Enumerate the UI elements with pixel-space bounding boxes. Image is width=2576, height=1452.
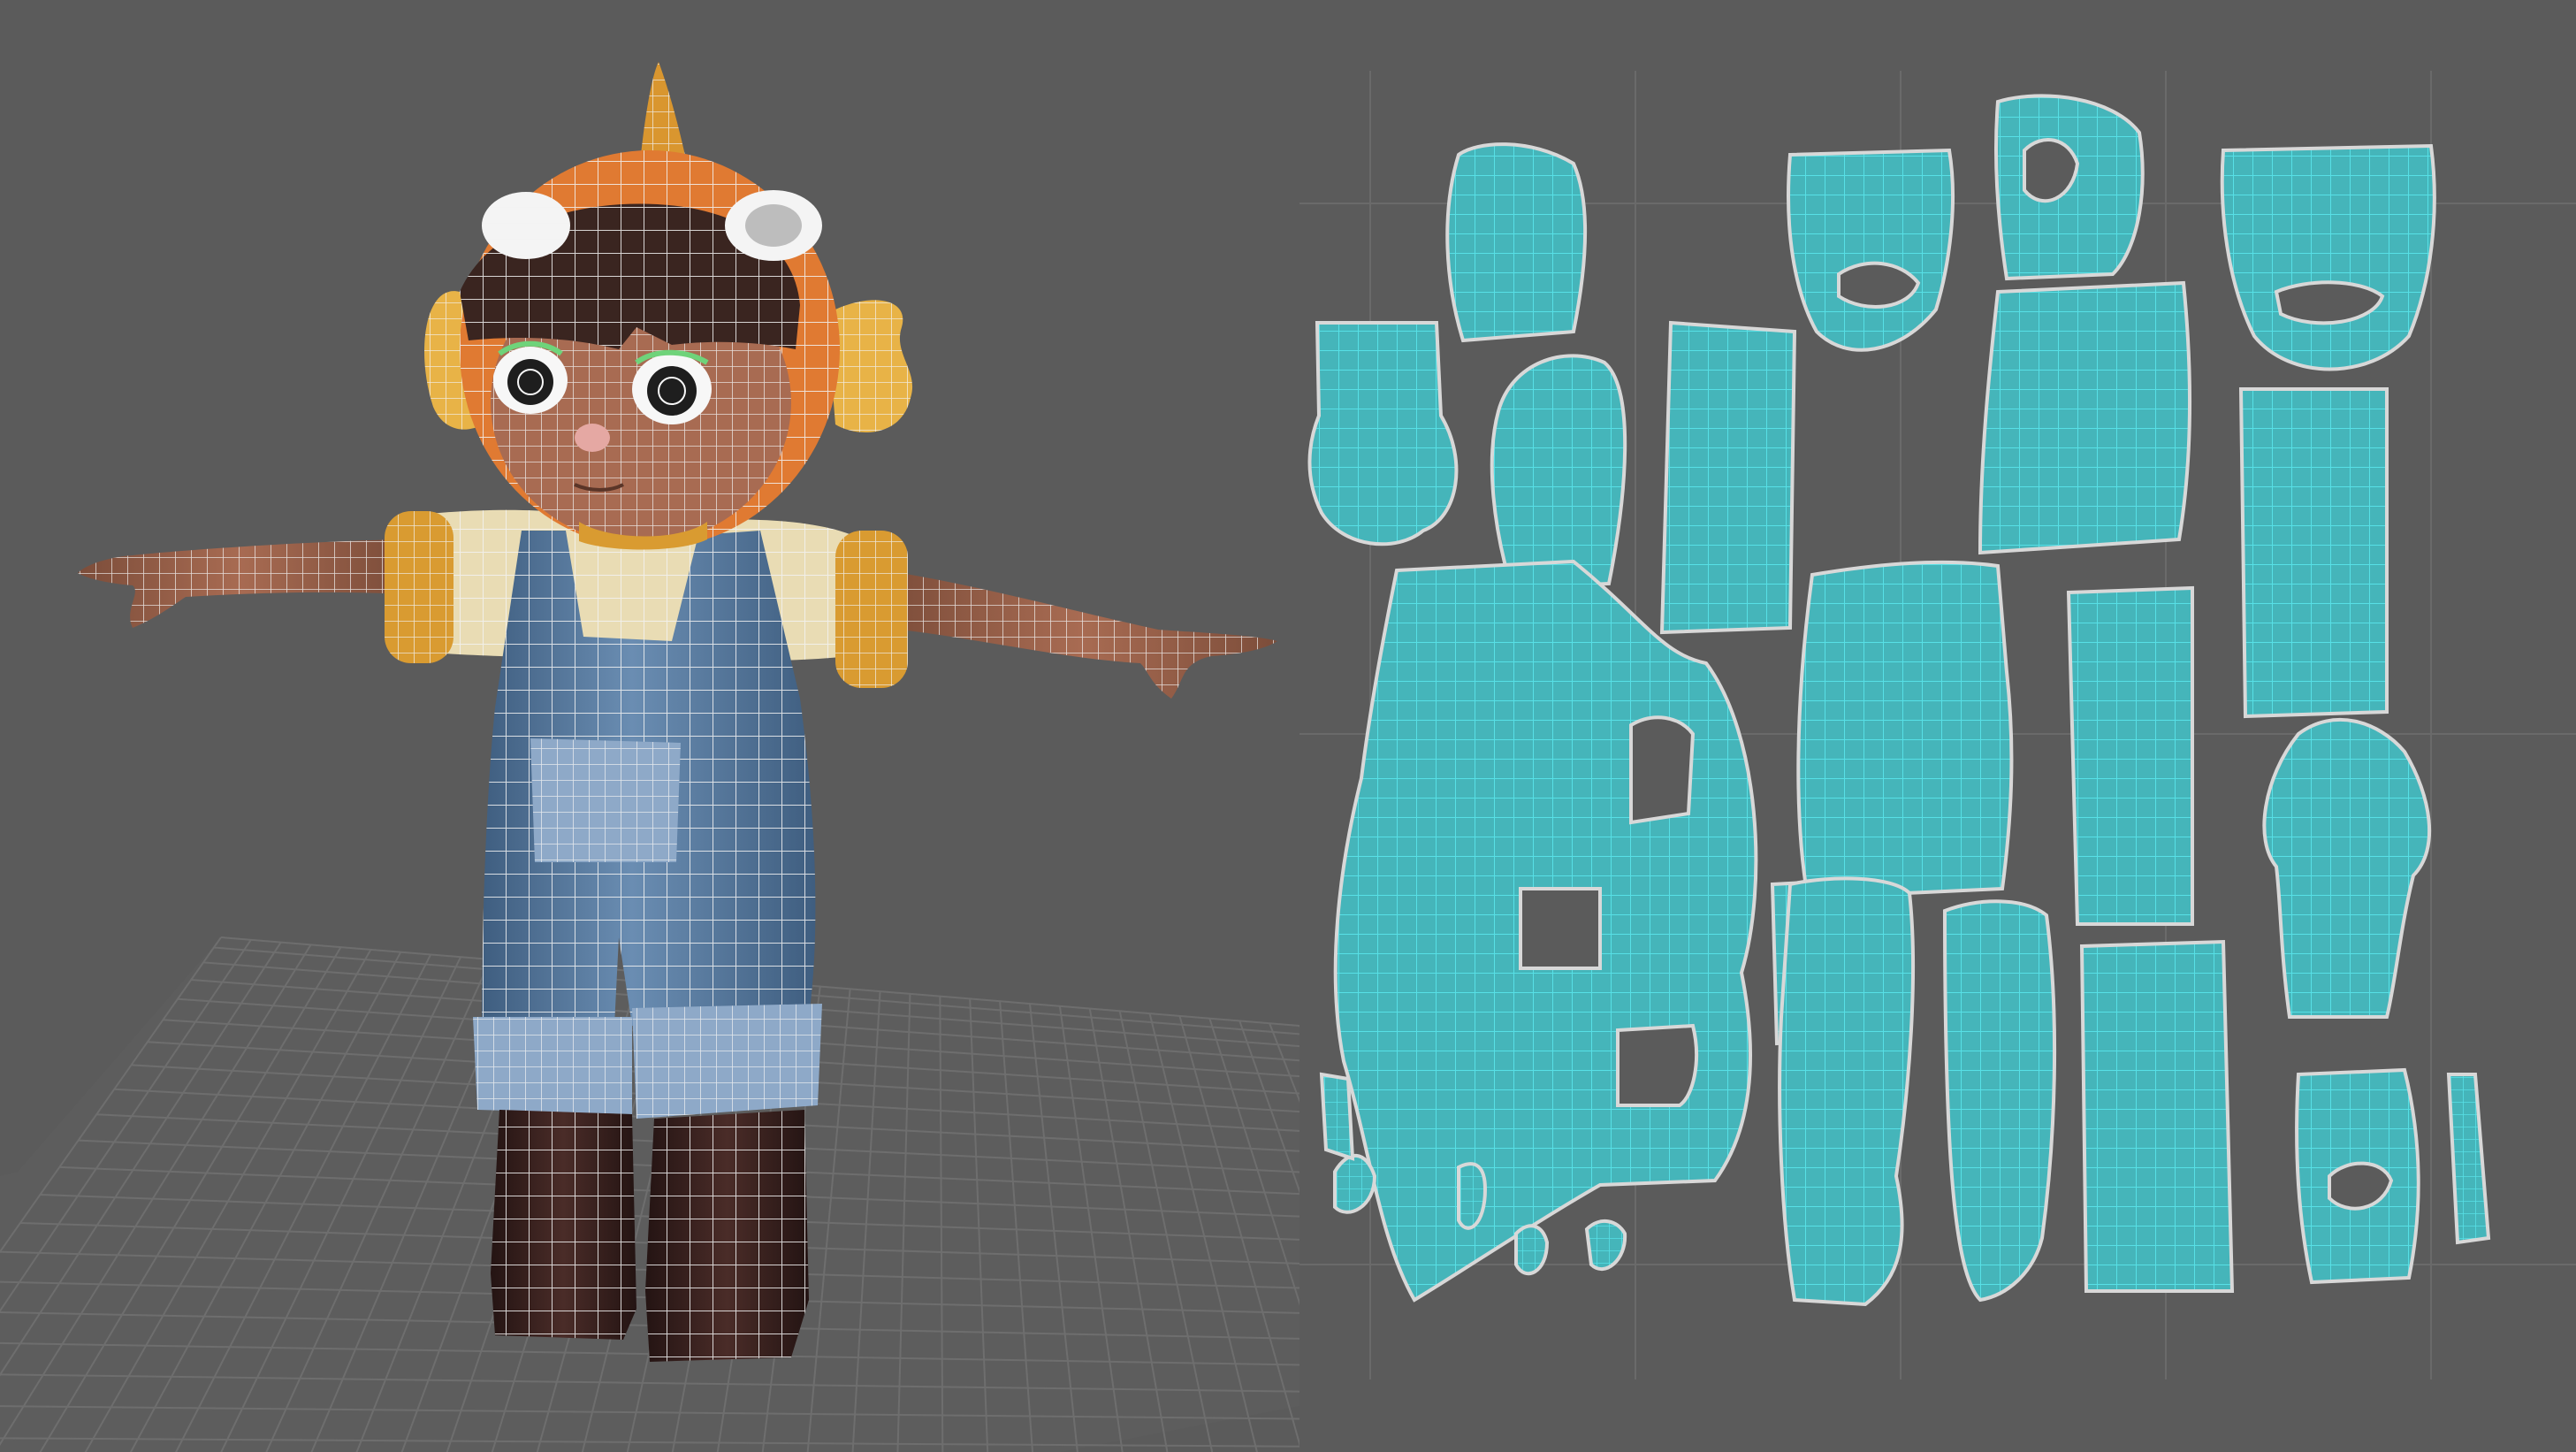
uv-shell-fin-small-1[interactable]: [1333, 1153, 1377, 1214]
nose: [575, 424, 610, 452]
uv-shell-fin-small-3[interactable]: [1514, 1224, 1550, 1276]
uv-shell-helmet-right[interactable]: [2220, 143, 2436, 371]
head: [424, 62, 913, 550]
uv-shell-hand-right[interactable]: [2262, 717, 2432, 1019]
uv-shell-leg-right-a[interactable]: [1942, 899, 2057, 1303]
uv-shell-hand-left[interactable]: [1307, 321, 1459, 546]
uv-shell-finger-left[interactable]: [1319, 1072, 1355, 1161]
viewport-canvas[interactable]: [0, 0, 1299, 1452]
uv-shell-fin-small-2[interactable]: [1584, 1219, 1627, 1271]
uv-shell-head-top[interactable]: [1445, 142, 1588, 343]
uv-shell-finger-right[interactable]: [2446, 1073, 2491, 1245]
right-arm: [884, 570, 1277, 699]
uv-editor[interactable]: [1299, 0, 2576, 1452]
right-sleeve-cuff: [835, 531, 908, 688]
right-boot: [645, 1110, 809, 1362]
uv-shell-sleeve-left[interactable]: [1659, 320, 1797, 635]
uv-shell-leg-left-b[interactable]: [1778, 876, 1916, 1307]
uv-shell-shirt[interactable]: [2066, 585, 2194, 926]
left-boot: [491, 1110, 636, 1340]
bib-pocket: [530, 738, 681, 862]
uv-shell-fin-small-4[interactable]: [1457, 1162, 1488, 1230]
uv-hole-overalls-1: [1629, 715, 1696, 825]
uv-shell-head-back[interactable]: [1787, 148, 1955, 352]
left-sleeve-cuff: [385, 511, 453, 663]
viewport-3d[interactable]: [0, 0, 1299, 1452]
uv-shell-torso-top[interactable]: [1978, 280, 2191, 555]
uv-shells[interactable]: [1307, 94, 2491, 1307]
uv-shell-pant-right[interactable]: [2079, 939, 2235, 1293]
uv-canvas[interactable]: [1299, 0, 2576, 1452]
uv-hole-overalls-3: [1616, 1023, 1699, 1107]
left-arm: [78, 539, 402, 628]
uv-shell-sleeve-right[interactable]: [2238, 387, 2389, 719]
uv-shell-hood[interactable]: [1490, 354, 1627, 591]
uv-hole-overalls-2: [1519, 887, 1602, 970]
uv-shell-overalls-back[interactable]: [1796, 560, 2014, 900]
